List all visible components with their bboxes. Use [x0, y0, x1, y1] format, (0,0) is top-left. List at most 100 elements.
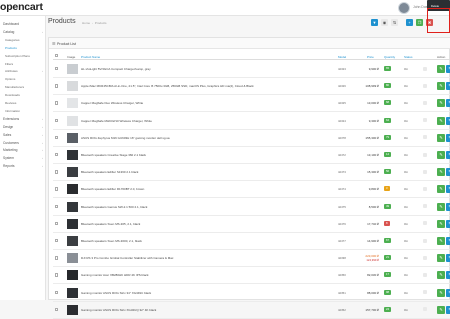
edit-button[interactable]: ✎ — [437, 271, 445, 280]
view-toggle-button[interactable]: ◉ — [381, 19, 388, 26]
product-name: Capper MagSafe MHK02/10 Wireless Charger… — [81, 118, 152, 123]
quantity-badge: 64 — [384, 117, 392, 123]
variant-button[interactable]: ✎ — [446, 82, 450, 91]
edit-button[interactable]: ✎ — [437, 202, 445, 211]
status-indicator — [423, 118, 427, 123]
edit-button[interactable]: ✎ — [437, 133, 445, 142]
edit-button[interactable]: ✎ — [437, 82, 445, 91]
product-thumbnail — [67, 236, 78, 246]
product-thumbnail — [67, 132, 78, 143]
column-model[interactable]: Model — [338, 55, 346, 59]
column-status[interactable]: Status — [404, 55, 413, 59]
sidebar-item[interactable]: Attributes › — [0, 69, 46, 73]
quantity-badge: 24 — [384, 306, 392, 312]
user-name[interactable]: John Doe — [413, 5, 428, 9]
sidebar-item[interactable]: Filters — [0, 62, 46, 66]
edit-button[interactable]: ✎ — [437, 237, 445, 245]
sidebar-item[interactable]: Options — [0, 77, 46, 81]
sidebar-item-label: Downloads — [5, 93, 20, 98]
user-avatar[interactable] — [398, 2, 410, 14]
table-row: Bluetooth speakers Edifier S1360 2.1 bla… — [53, 164, 450, 182]
row-checkbox[interactable] — [55, 239, 59, 243]
select-all-checkbox[interactable] — [55, 54, 59, 58]
edit-button[interactable]: ✎ — [437, 219, 445, 228]
filter-button[interactable]: ▼ — [371, 19, 378, 26]
sidebar-item[interactable]: Sales › — [0, 133, 46, 137]
sidebar-item[interactable]: Downloads — [0, 93, 46, 97]
edit-button[interactable]: ✎ — [437, 305, 445, 314]
sidebar-item[interactable]: Marketing › — [0, 148, 46, 152]
variant-button[interactable]: ✎ — [446, 305, 450, 314]
edit-button[interactable]: ✎ — [437, 288, 445, 297]
edit-button[interactable]: ✎ — [437, 254, 445, 263]
quantity-badge: 3 — [384, 186, 390, 192]
quantity-badge: 98 — [384, 289, 392, 295]
sidebar-item[interactable]: Subscription Plans — [0, 54, 46, 58]
variant-button[interactable]: ✎ — [446, 133, 450, 142]
edit-button[interactable]: ✎ — [437, 116, 445, 125]
variant-button[interactable]: ✎ — [446, 219, 450, 228]
row-checkbox[interactable] — [55, 221, 59, 226]
sidebar-item[interactable]: Reports › — [0, 164, 46, 168]
variant-button[interactable]: ✎ — [446, 271, 450, 280]
variant-button[interactable]: ✎ — [446, 99, 450, 108]
row-checkbox[interactable] — [55, 256, 59, 260]
breadcrumb-separator: › — [91, 21, 93, 25]
variant-button[interactable]: ✎ — [446, 202, 450, 211]
sidebar-item[interactable]: Dashboard — [0, 22, 46, 26]
sidebar-item-label: Marketing — [3, 148, 18, 153]
sidebar-item[interactable]: Products — [0, 46, 46, 50]
sidebar-item[interactable]: Information — [0, 109, 46, 113]
edit-button[interactable]: ✎ — [437, 65, 445, 73]
variant-button[interactable]: ✎ — [446, 168, 450, 177]
sidebar-item[interactable]: Extensions › — [0, 117, 46, 121]
row-checkbox[interactable] — [55, 170, 59, 174]
copy-button[interactable]: ❐ — [416, 19, 423, 26]
sidebar-item[interactable]: System › — [0, 156, 46, 160]
variant-button[interactable]: ✎ — [446, 237, 450, 245]
edit-button[interactable]: ✎ — [437, 151, 445, 159]
row-checkbox[interactable] — [55, 290, 59, 294]
breadcrumb-products[interactable]: Products — [95, 21, 107, 25]
sidebar-item[interactable]: Categories — [0, 38, 46, 42]
row-checkbox[interactable] — [55, 273, 59, 277]
edit-button[interactable]: ✎ — [437, 168, 445, 177]
sidebar-item[interactable]: Design › — [0, 125, 46, 129]
row-checkbox[interactable] — [55, 187, 59, 191]
add-new-button[interactable]: + — [406, 19, 413, 26]
product-status: On — [404, 221, 409, 226]
sidebar-item[interactable]: Reviews — [0, 101, 46, 105]
breadcrumb-home[interactable]: Home — [82, 21, 90, 25]
product-model: 42473 — [338, 170, 346, 175]
row-checkbox[interactable] — [55, 307, 59, 312]
sidebar-item[interactable]: Catalog › — [0, 30, 46, 34]
sidebar-item[interactable]: Manufacturers — [0, 85, 46, 89]
chevron-right-icon: › — [42, 132, 43, 137]
variant-button[interactable]: ✎ — [446, 288, 450, 297]
row-checkbox[interactable] — [55, 84, 59, 88]
variant-button[interactable]: ✎ — [446, 185, 450, 194]
edit-button[interactable]: ✎ — [437, 99, 445, 108]
column-quantity[interactable]: Quantity — [384, 55, 395, 59]
pencil-icon: ✎ — [439, 289, 443, 295]
pencil-icon: ✎ — [439, 272, 443, 278]
product-thumbnail — [67, 167, 78, 178]
logo[interactable]: opencart — [0, 1, 43, 13]
variant-button[interactable]: ✎ — [446, 151, 450, 159]
variant-button[interactable]: ✎ — [446, 65, 450, 73]
variant-button[interactable]: ✎ — [446, 254, 450, 263]
column-price[interactable]: Price — [367, 55, 374, 59]
row-checkbox[interactable] — [55, 204, 59, 208]
sidebar-item[interactable]: Customers › — [0, 141, 46, 145]
variant-button[interactable]: ✎ — [446, 116, 450, 125]
row-checkbox[interactable] — [55, 153, 59, 157]
row-checkbox[interactable] — [55, 67, 59, 71]
row-checkbox[interactable] — [55, 135, 59, 140]
row-checkbox[interactable] — [55, 101, 59, 105]
column-product-name[interactable]: Product Name — [81, 55, 100, 59]
sort-button[interactable]: ⇅ — [391, 19, 398, 26]
edit-button[interactable]: ✎ — [437, 185, 445, 194]
product-thumbnail — [67, 81, 78, 92]
row-checkbox[interactable] — [55, 118, 59, 122]
chevron-right-icon: › — [42, 148, 43, 153]
